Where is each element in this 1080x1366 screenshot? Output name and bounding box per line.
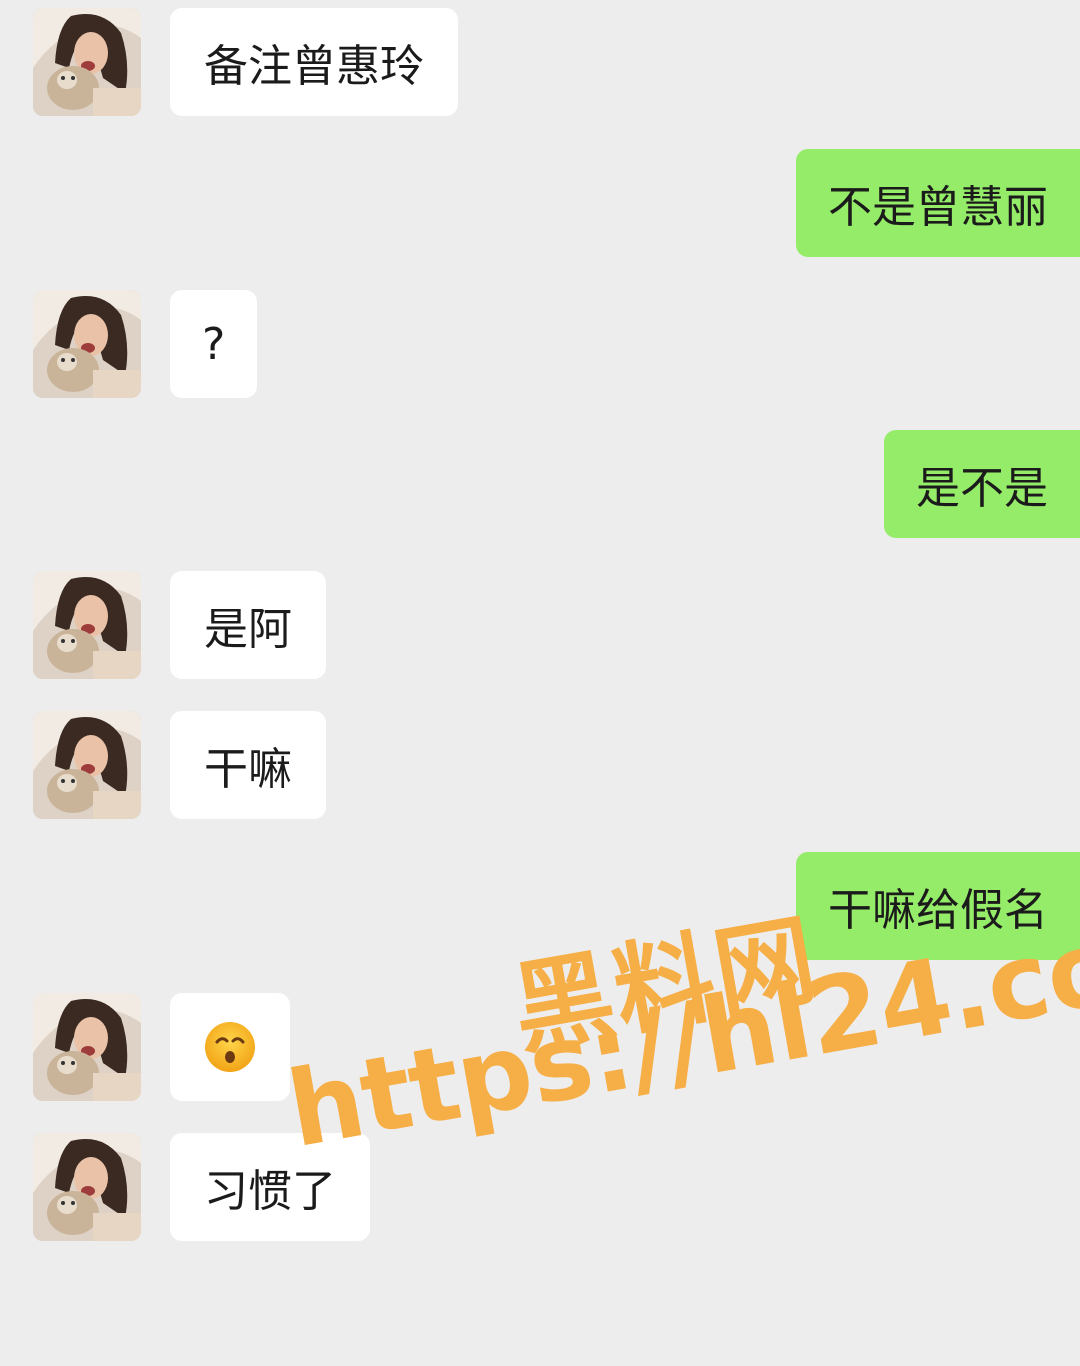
contact-avatar[interactable] [33, 8, 141, 116]
message-row: 是阿 [0, 571, 1080, 679]
message-row: ? [0, 290, 1080, 398]
contact-avatar[interactable] [33, 571, 141, 679]
message-bubble-incoming[interactable]: 是阿 [170, 571, 326, 679]
message-row: 干嘛 [0, 711, 1080, 819]
message-row: 是不是 [0, 430, 1080, 538]
message-text: 习惯了 [204, 1166, 336, 1217]
message-bubble-outgoing[interactable]: 干嘛给假名 [796, 852, 1080, 960]
message-row: 备注曾惠玲 [0, 8, 1080, 116]
contact-avatar[interactable] [33, 711, 141, 819]
message-bubble-outgoing[interactable]: 是不是 [884, 430, 1080, 538]
message-bubble-incoming[interactable]: 习惯了 [170, 1133, 370, 1241]
contact-avatar[interactable] [33, 290, 141, 398]
message-row: 不是曾慧丽 [0, 149, 1080, 257]
message-text: ? [202, 318, 226, 370]
message-text: 是不是 [916, 463, 1048, 514]
message-text: 不是曾慧丽 [828, 182, 1048, 233]
message-text: 是阿 [204, 604, 292, 655]
message-row [0, 993, 1080, 1101]
message-row: 习惯了 [0, 1133, 1080, 1241]
message-bubble-outgoing[interactable]: 不是曾慧丽 [796, 149, 1080, 257]
contact-avatar[interactable] [33, 993, 141, 1101]
chat-area: 备注曾惠玲 不是曾慧丽 ? 是不是 是阿 干嘛 干嘛给假名 习惯了 [0, 0, 1080, 1366]
message-text: 备注曾惠玲 [204, 41, 424, 92]
message-bubble-incoming[interactable]: ? [170, 290, 258, 398]
hushed-face-emoji-icon [205, 1022, 255, 1072]
message-bubble-incoming[interactable] [170, 993, 290, 1101]
message-text: 干嘛给假名 [828, 885, 1048, 936]
contact-avatar[interactable] [33, 1133, 141, 1241]
message-text: 干嘛 [204, 744, 292, 795]
message-row: 干嘛给假名 [0, 852, 1080, 960]
message-bubble-incoming[interactable]: 备注曾惠玲 [170, 8, 458, 116]
message-bubble-incoming[interactable]: 干嘛 [170, 711, 326, 819]
